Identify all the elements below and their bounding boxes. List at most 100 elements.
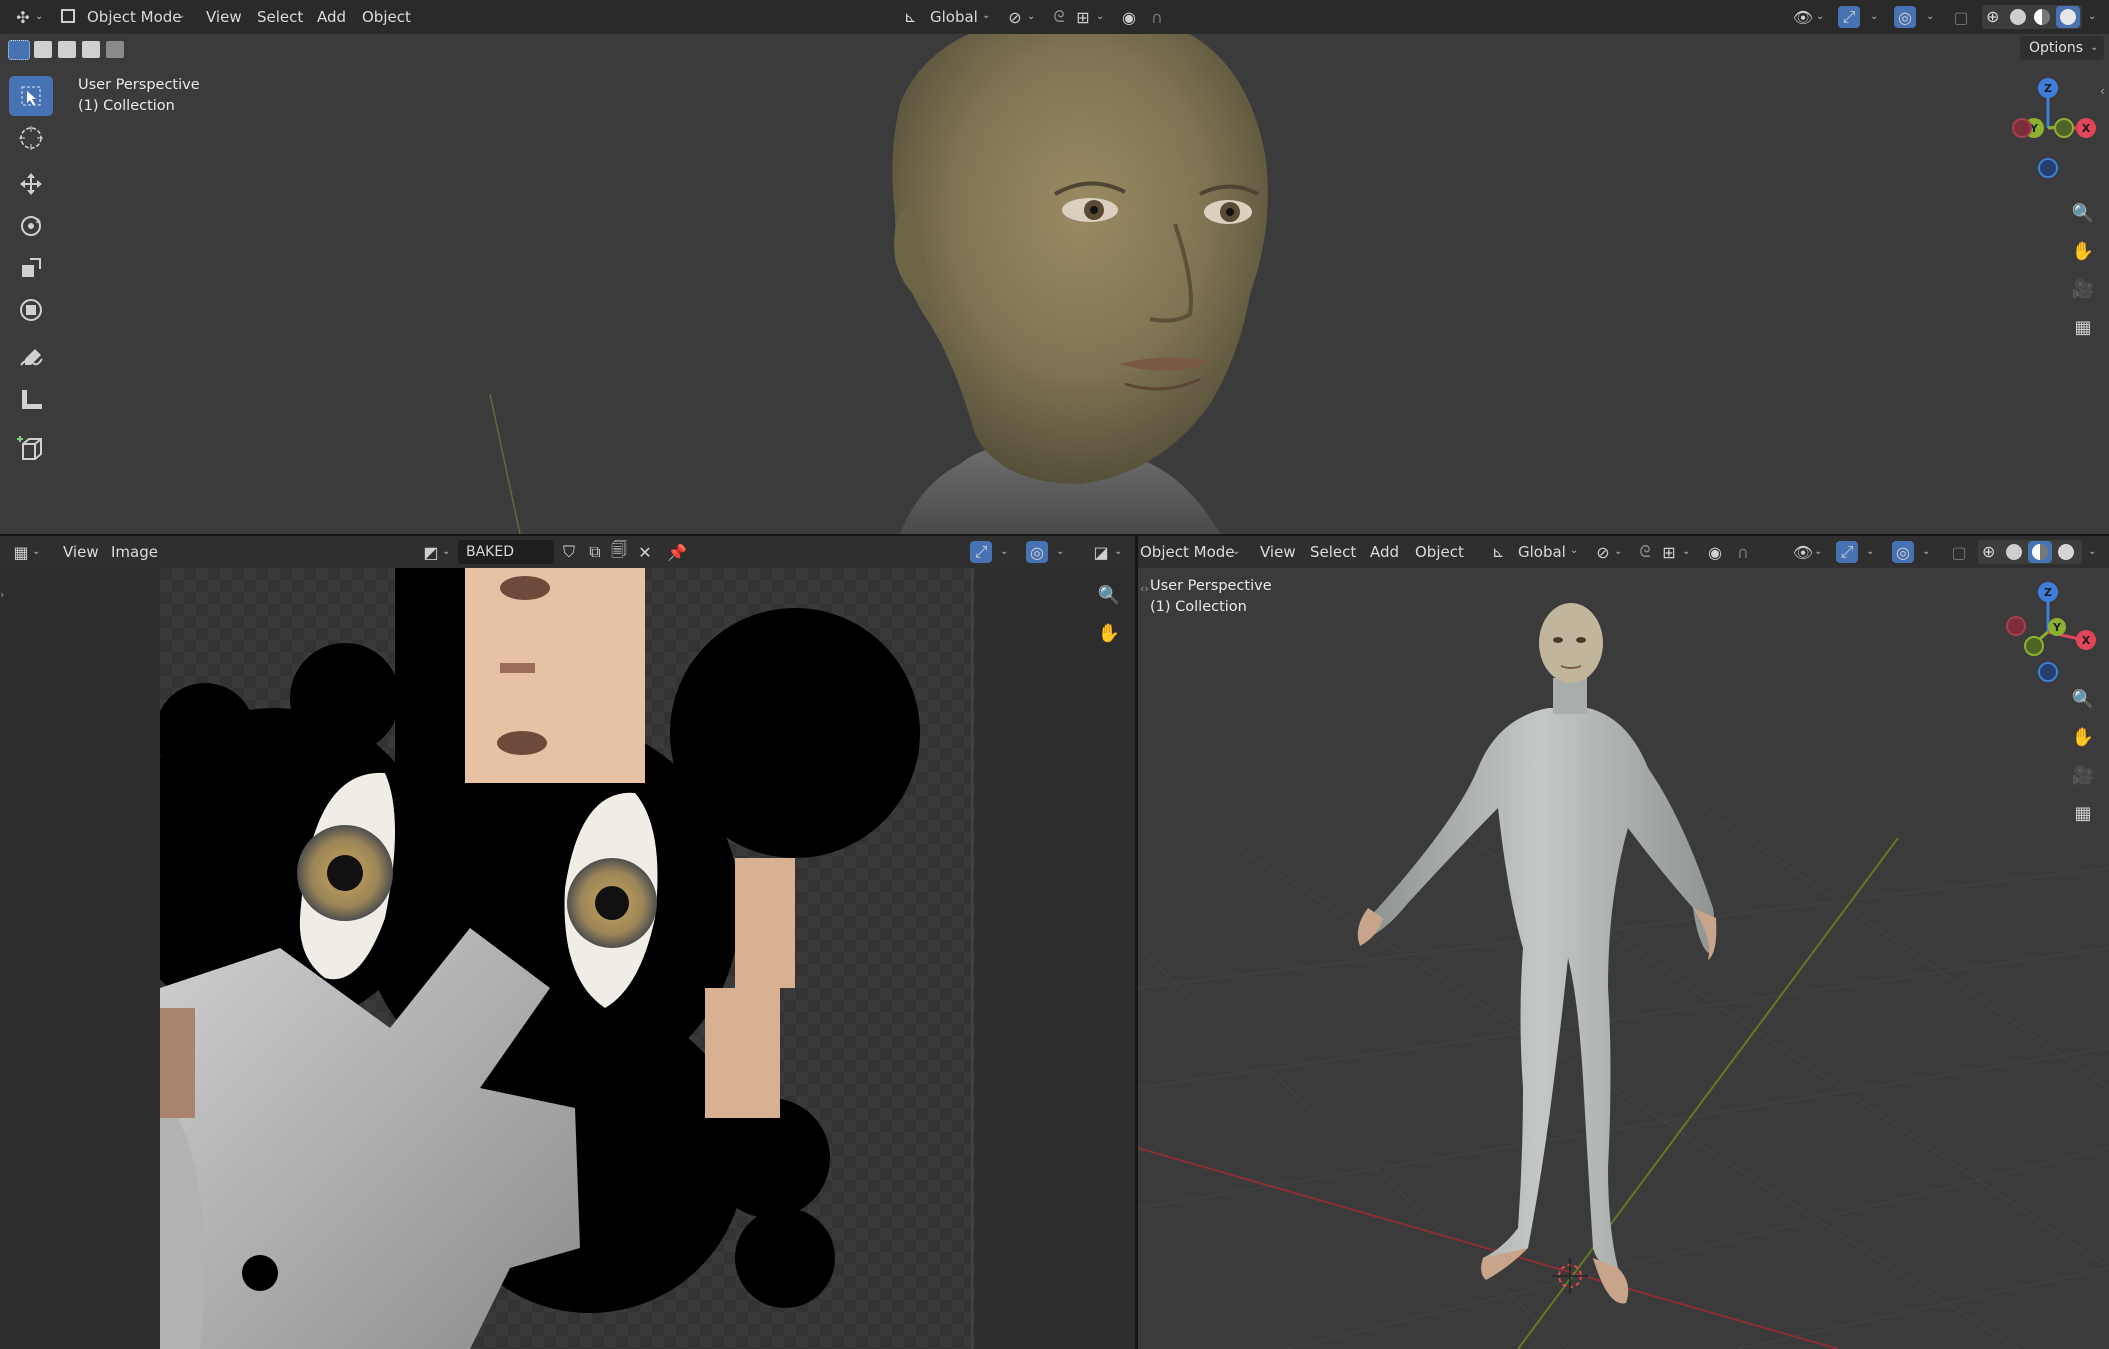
menu-view-image-editor[interactable]: View [63,543,99,561]
chevron-down-icon: ⌄ [1570,545,1579,556]
tool-add-cube[interactable] [9,428,53,468]
wireframe-shading-icon[interactable]: ⊕ [1986,7,1999,26]
image-gizmo-toggle-icon[interactable]: ⤢ [970,541,992,563]
select-new-icon[interactable] [8,40,30,60]
material-shading-icon[interactable] [2028,541,2052,563]
menu-add[interactable]: Add [317,8,346,26]
bottom-3d-viewport[interactable]: User Perspective (1) Collection Z X Y 🔍 … [1138,568,2109,1349]
chevron-down-icon: ⌄ [2088,546,2097,557]
select-extend-icon[interactable] [34,41,52,58]
tool-cursor[interactable] [9,118,53,158]
pin-image-icon[interactable]: 📌 [666,541,688,563]
material-shading-icon[interactable] [2034,9,2050,25]
pivot-point-icon[interactable]: ⊘ [1592,541,1614,563]
gizmo-neg-y[interactable] [2024,636,2044,656]
gizmo-y-axis[interactable]: Y [2048,618,2066,636]
gizmo-neg-z[interactable] [2038,662,2058,682]
snap-target-icon[interactable]: ⊞ [1072,6,1094,28]
transform-orientation-dropdown[interactable]: ⊾ Global ⌄ [1490,540,1590,564]
image-editor-canvas[interactable]: › 🔍 ✋ [0,568,1135,1349]
fake-user-shield-icon[interactable]: ⛉ [558,541,580,563]
zoom-view-button[interactable]: 🔍 [2066,196,2100,230]
menu-object[interactable]: Object [362,8,411,26]
unlink-image-icon[interactable]: ✕ [634,541,656,563]
snap-target-icon[interactable]: ⊞ [1658,541,1680,563]
menu-select[interactable]: Select [1310,543,1356,561]
gizmo-x-axis[interactable]: X [2076,118,2096,138]
rendered-shading-icon[interactable] [2058,544,2074,560]
baked-texture-image [160,568,975,1349]
ortho-toggle-button[interactable]: ▦ [2066,796,2100,830]
camera-view-button[interactable]: 🎥 [2066,758,2100,792]
navigation-gizmo-bottom[interactable]: Z X Y [2000,578,2100,682]
editor-type-icon[interactable]: ✣ [12,6,34,28]
rendered-shading-icon[interactable] [2056,6,2080,28]
gizmo-neg-x[interactable] [2006,616,2026,636]
snap-toggle-icon[interactable]: ᘓ [1634,541,1656,563]
overlays-toggle-icon[interactable]: ◎ [1892,541,1914,563]
zoom-view-button[interactable]: 🔍 [2066,682,2100,716]
tool-scale[interactable] [9,248,53,288]
gizmo-x-axis[interactable]: X [2076,630,2096,650]
pan-view-button[interactable]: ✋ [2066,720,2100,754]
tool-select-box[interactable] [9,76,53,116]
pan-view-button[interactable]: ✋ [2066,234,2100,268]
object-mode-dropdown[interactable]: Object Mode ⌄ [57,5,190,29]
tool-transform[interactable] [9,290,53,330]
navigation-gizmo-top[interactable]: Z X Y [2000,74,2100,178]
visibility-icon[interactable]: 👁 [1792,541,1814,563]
tool-rotate[interactable] [9,206,53,246]
falloff-icon[interactable]: ∩ [1146,6,1168,28]
wireframe-shading-icon[interactable]: ⊕ [1982,542,1995,561]
tool-move[interactable] [9,164,53,204]
menu-object[interactable]: Object [1415,543,1464,561]
select-intersect-icon[interactable] [106,41,124,58]
select-subtract-icon[interactable] [58,41,76,58]
gizmo-neg-x[interactable] [2012,118,2032,138]
proportional-edit-icon[interactable]: ◉ [1704,541,1726,563]
menu-select[interactable]: Select [257,8,303,26]
xray-toggle-icon[interactable]: ▢ [1948,541,1970,563]
image-zoom-button[interactable]: 🔍 [1092,578,1126,612]
transform-orientation-dropdown[interactable]: ⊾ Global ⌄ [900,5,1000,29]
image-overlays-toggle-icon[interactable]: ◎ [1026,541,1048,563]
proportional-edit-icon[interactable]: ◉ [1118,6,1140,28]
overlays-toggle-icon[interactable]: ◎ [1894,6,1916,28]
gizmo-neg-z[interactable] [2038,158,2058,178]
gizmo-toggle-icon[interactable]: ⤢ [1836,541,1858,563]
options-dropdown[interactable]: Options ⌄ [2020,36,2104,60]
display-channels-icon[interactable]: ◪ [1090,541,1112,563]
gizmo-neg-y[interactable] [2054,118,2074,138]
pivot-point-icon[interactable]: ⊘ [1004,6,1026,28]
menu-add[interactable]: Add [1370,543,1399,561]
menu-view[interactable]: View [1260,543,1296,561]
gizmo-z-axis[interactable]: Z [2038,78,2058,98]
camera-view-button[interactable]: 🎥 [2066,272,2100,306]
snap-toggle-icon[interactable]: ᘓ [1048,6,1070,28]
solid-shading-icon[interactable] [2006,544,2022,560]
falloff-icon[interactable]: ∩ [1732,541,1754,563]
image-browse-icon[interactable]: ◩ [420,541,442,563]
left-collapse-arrows[interactable]: ‹› [1140,582,1149,595]
visibility-icon[interactable]: 👁 [1792,6,1814,28]
menu-view[interactable]: View [206,8,242,26]
image-name-field[interactable]: BAKED [458,540,554,564]
menu-image[interactable]: Image [111,543,158,561]
tool-annotate[interactable] [9,338,53,378]
image-editor-type-icon[interactable]: ▦ [10,541,32,563]
sidebar-toggle-arrow[interactable]: ‹ [2100,84,2105,98]
top-3d-viewport[interactable]: User Perspective (1) Collection Z X Y 🔍 … [0,34,2109,534]
gizmo-toggle-icon[interactable]: ⤢ [1838,6,1860,28]
select-invert-icon[interactable] [82,41,100,58]
solid-shading-icon[interactable] [2010,9,2026,25]
ortho-toggle-button[interactable]: ▦ [2066,310,2100,344]
duplicate-image-icon[interactable]: ⧉ [584,541,606,563]
tool-measure[interactable] [9,380,53,420]
xray-toggle-icon[interactable]: ▢ [1950,6,1972,28]
left-edge-arrow[interactable]: › [0,588,4,601]
object-mode-label[interactable]: Object Mode [1140,543,1235,561]
cursor-select-icon [21,86,41,106]
gizmo-z-axis[interactable]: Z [2038,582,2058,602]
new-image-icon[interactable]: 🗐 [608,540,630,563]
image-pan-button[interactable]: ✋ [1092,616,1126,650]
